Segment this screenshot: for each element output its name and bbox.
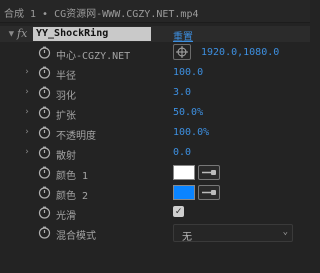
chevron-down-icon: ⌄ (282, 227, 288, 237)
point-target-icon (176, 46, 188, 58)
eyedropper-icon (202, 190, 216, 195)
stopwatch-icon[interactable] (38, 226, 51, 239)
property-row-scatter: › 散射 0.0 (0, 143, 310, 163)
property-row-smooth: 光滑 ✓ (0, 203, 310, 223)
stopwatch-icon[interactable] (38, 166, 51, 179)
chevron-right-icon[interactable]: › (22, 147, 32, 157)
property-value-scatter[interactable]: 0.0 (173, 147, 191, 158)
stopwatch-icon[interactable] (38, 66, 51, 79)
property-row-opacity: › 不透明度 100.0% (0, 123, 310, 143)
chevron-right-icon[interactable]: › (22, 67, 32, 77)
property-label-scatter: 散射 (56, 151, 76, 162)
property-row-expand: › 扩张 50.0% (0, 103, 310, 123)
effect-name-box[interactable]: YY_ShockRing (33, 27, 151, 41)
composition-tab-bar: 合成 1 • CG资源网-WWW.CGZY.NET.mp4 (0, 0, 310, 23)
property-value-expand[interactable]: 50.0% (173, 107, 203, 118)
property-row-color1: 颜色 1 (0, 163, 310, 183)
effect-header: ▶ fx YY_ShockRing 重置 (0, 26, 310, 43)
eyedropper-icon (202, 170, 216, 175)
eyedropper-button[interactable] (198, 165, 220, 180)
stopwatch-icon[interactable] (38, 146, 51, 159)
composition-tab-title[interactable]: 合成 1 • CG资源网-WWW.CGZY.NET.mp4 (4, 5, 199, 20)
point-target-button[interactable] (173, 44, 191, 60)
property-row-feather: › 羽化 3.0 (0, 83, 310, 103)
chevron-right-icon[interactable]: › (22, 127, 32, 137)
blend-mode-value: 无 (182, 232, 192, 243)
reset-link[interactable]: 重置 (173, 28, 193, 43)
fx-toggle[interactable]: fx (17, 27, 27, 40)
property-row-radius: › 半径 100.0 (0, 63, 310, 83)
stopwatch-icon[interactable] (38, 186, 51, 199)
stopwatch-icon[interactable] (38, 106, 51, 119)
chevron-down-icon[interactable]: ▶ (6, 29, 16, 39)
stopwatch-icon[interactable] (38, 126, 51, 139)
property-label-expand: 扩张 (56, 111, 76, 122)
property-row-center: 中心-CGZY.NET 1920.0,1080.0 (0, 43, 310, 63)
stopwatch-icon[interactable] (38, 86, 51, 99)
property-label-blend-mode: 混合模式 (56, 231, 96, 242)
property-row-color2: 颜色 2 (0, 183, 310, 203)
property-label-color2: 颜色 2 (56, 191, 89, 202)
property-label-center: 中心-CGZY.NET (56, 51, 131, 62)
property-label-color1: 颜色 1 (56, 171, 89, 182)
blend-mode-select[interactable]: 无 ⌄ (173, 224, 293, 243)
property-label-smooth: 光滑 (56, 211, 76, 222)
effect-name: YY_ShockRing (36, 28, 109, 39)
stopwatch-icon[interactable] (38, 206, 51, 219)
property-value-opacity[interactable]: 100.0% (173, 127, 209, 138)
property-label-radius: 半径 (56, 71, 76, 82)
checkmark-icon: ✓ (175, 206, 182, 217)
color1-swatch[interactable] (173, 165, 195, 180)
property-label-feather: 羽化 (56, 91, 76, 102)
property-label-opacity: 不透明度 (56, 131, 96, 142)
property-value-feather[interactable]: 3.0 (173, 87, 191, 98)
property-value-center[interactable]: 1920.0,1080.0 (201, 47, 279, 58)
property-value-radius[interactable]: 100.0 (173, 67, 203, 78)
property-row-blend-mode: 混合模式 无 ⌄ (0, 223, 310, 243)
chevron-right-icon[interactable]: › (22, 107, 32, 117)
stopwatch-icon[interactable] (38, 46, 51, 59)
chevron-right-icon[interactable]: › (22, 87, 32, 97)
color2-swatch[interactable] (173, 185, 195, 200)
smooth-checkbox[interactable]: ✓ (173, 206, 184, 217)
eyedropper-button[interactable] (198, 185, 220, 200)
